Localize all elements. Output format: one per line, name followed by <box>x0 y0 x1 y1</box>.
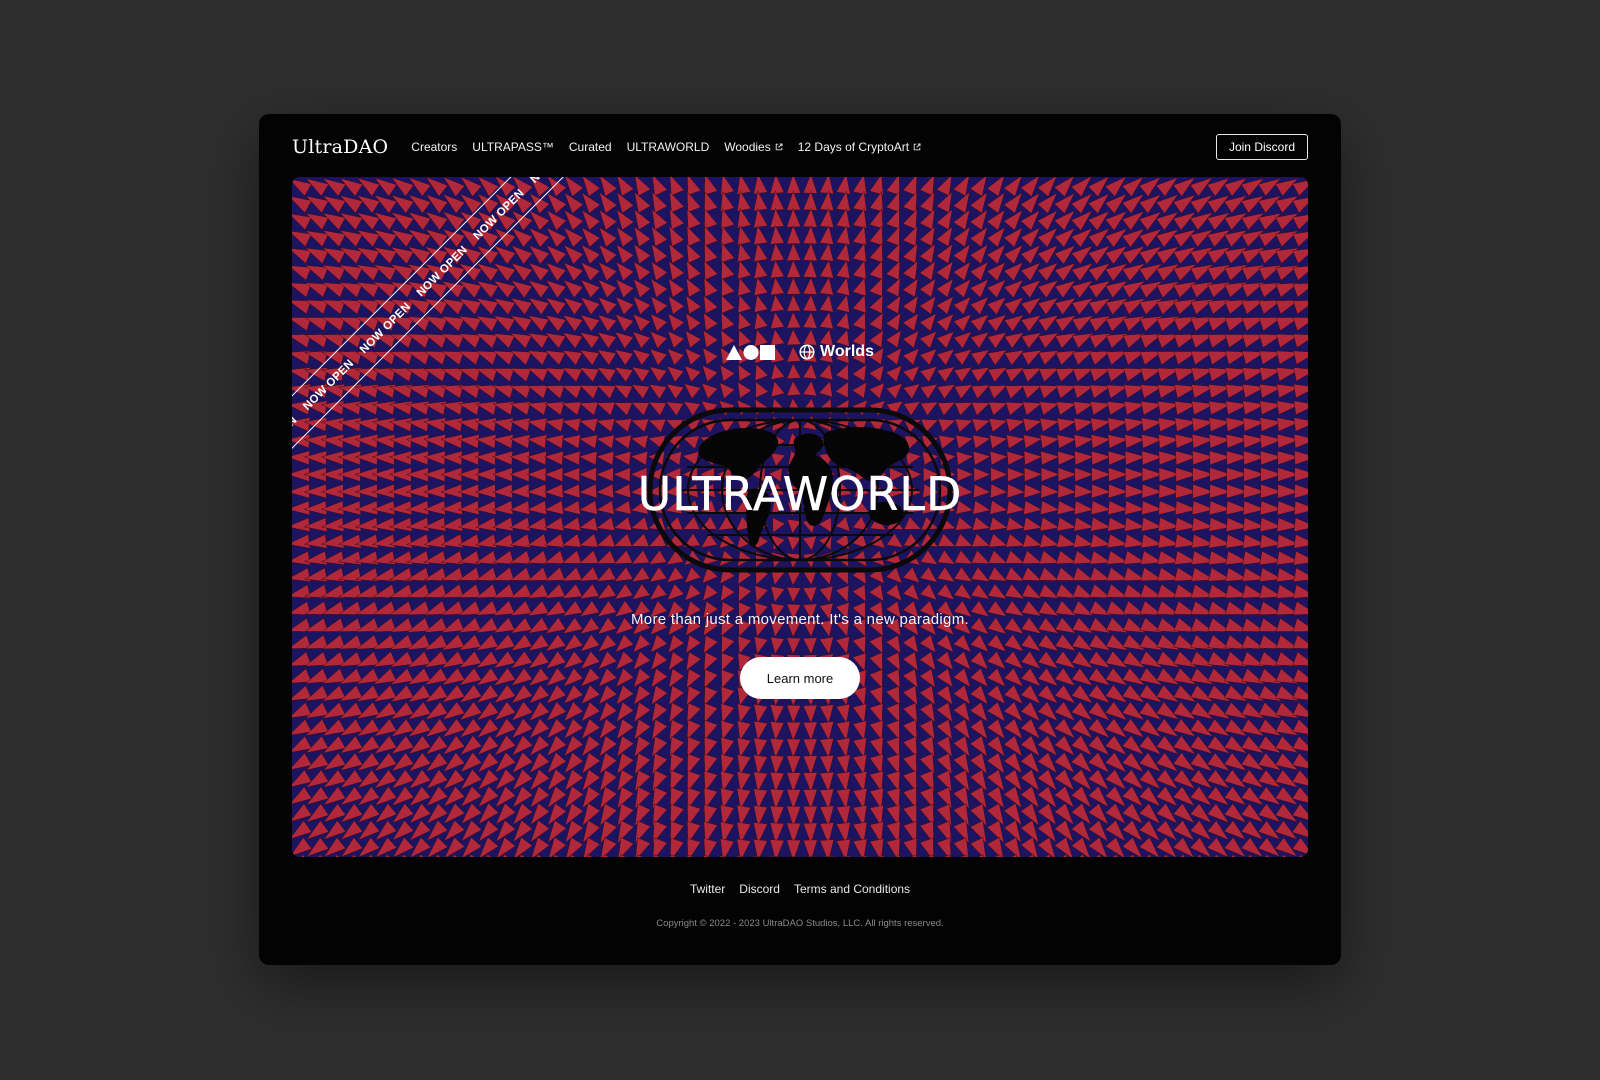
nav-link-curated[interactable]: Curated <box>569 140 612 154</box>
footer-link-discord[interactable]: Discord <box>739 882 780 896</box>
hero-category: Worlds <box>292 343 1308 361</box>
nav-link-label: ULTRAWORLD <box>626 140 710 154</box>
nav-link-label: ULTRAPASS™ <box>472 140 554 154</box>
nav-link-ultraworld[interactable]: ULTRAWORLD <box>627 140 710 154</box>
nav-link-label: Curated <box>568 140 612 154</box>
worlds-label: Worlds <box>820 343 874 360</box>
hero-section: NOW OPEN NOW OPEN NOW OPEN NOW OPEN NOW … <box>292 177 1308 857</box>
join-discord-button[interactable]: Join Discord <box>1215 134 1308 160</box>
learn-more-button[interactable]: Learn more <box>740 657 860 699</box>
globe-icon <box>799 344 815 360</box>
footer-link-terms[interactable]: Terms and Conditions <box>794 882 910 896</box>
nav-link-label: 12 Days of CryptoArt <box>797 140 910 154</box>
hero-title: ULTRAWORLD <box>637 467 963 521</box>
nav-links: Creators ULTRAPASS™ Curated ULTRAWORLD W… <box>411 140 936 154</box>
website-window: UltraDAO Creators ULTRAPASS™ Curated ULT… <box>259 114 1341 965</box>
triangle-icon <box>726 344 743 360</box>
nav-link-woodies[interactable]: Woodies <box>724 140 783 154</box>
top-nav: UltraDAO Creators ULTRAPASS™ Curated ULT… <box>292 132 1308 162</box>
nav-link-label: Woodies <box>724 140 771 154</box>
shapes-logo <box>726 344 776 360</box>
circle-icon <box>743 344 759 360</box>
footer-link-twitter[interactable]: Twitter <box>690 882 725 896</box>
logo[interactable]: UltraDAO <box>292 136 388 158</box>
worlds-link[interactable]: Worlds <box>799 343 874 361</box>
nav-link-12-days[interactable]: 12 Days of CryptoArt <box>798 140 921 154</box>
footer-links: Twitter Discord Terms and Conditions <box>259 882 1341 896</box>
nav-link-label: Creators <box>411 140 458 154</box>
nav-link-ultrapass[interactable]: ULTRAPASS™ <box>472 140 554 154</box>
square-icon <box>760 344 776 360</box>
external-link-icon <box>913 143 921 151</box>
hero-tagline: More than just a movement. It's a new pa… <box>631 611 969 628</box>
copyright-text: Copyright © 2022 - 2023 UltraDAO Studios… <box>656 918 944 929</box>
external-link-icon <box>775 143 783 151</box>
nav-link-creators[interactable]: Creators <box>411 140 457 154</box>
